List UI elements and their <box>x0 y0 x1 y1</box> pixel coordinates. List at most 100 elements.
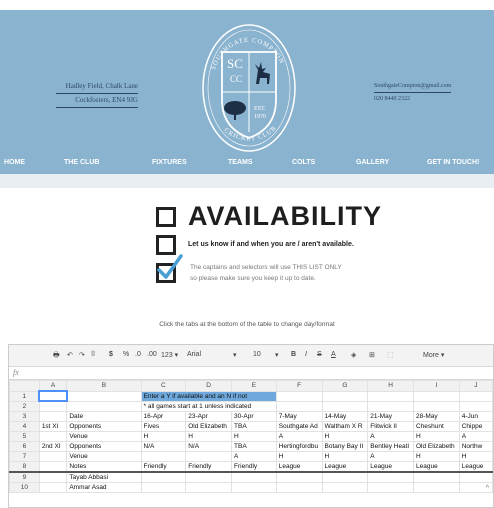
sheet-cell[interactable]: 23-Apr <box>185 410 233 422</box>
sheet-cell[interactable] <box>413 470 460 483</box>
sheet-cell[interactable] <box>321 481 369 493</box>
club-crest-logo[interactable]: SOUTHGATE COMPTON SC CC EST. 1970 CRICKE… <box>200 22 298 154</box>
sheet-cell[interactable]: Old Elizabeth <box>185 420 233 432</box>
sheet-cell[interactable] <box>275 481 323 493</box>
sheet-cell[interactable] <box>413 481 460 493</box>
column-header[interactable]: C <box>140 380 187 392</box>
bold-button[interactable]: B <box>291 351 296 358</box>
sheet-cell[interactable] <box>140 450 187 462</box>
sheet-cell[interactable] <box>38 481 68 493</box>
sheet-cell[interactable] <box>140 481 187 493</box>
sheet-cell[interactable] <box>38 450 68 462</box>
sheet-cell[interactable]: A <box>231 450 277 462</box>
sheet-cell[interactable] <box>321 470 369 483</box>
sheet-cell[interactable] <box>231 470 277 483</box>
column-header[interactable]: B <box>66 380 142 392</box>
nav-colts[interactable]: COLTS <box>292 159 315 166</box>
sheet-cell[interactable]: Bentley Heatl <box>367 440 414 452</box>
sheet-cell[interactable] <box>367 390 414 402</box>
row-header[interactable]: 9 <box>9 470 40 483</box>
sheet-cell[interactable] <box>185 450 233 462</box>
sheet-cell[interactable] <box>275 400 323 412</box>
sheet-cell[interactable]: 4-Jun <box>458 410 493 422</box>
sheet-cell[interactable]: N/A <box>140 440 187 452</box>
corner-cell[interactable] <box>9 380 40 392</box>
sheet-cell[interactable]: Opponents <box>66 420 142 432</box>
sheet-cell[interactable]: Ammar Asad <box>66 481 142 493</box>
sheet-cell[interactable] <box>413 400 460 412</box>
sheet-cell[interactable] <box>66 400 142 412</box>
sheet-cell[interactable]: 28-May <box>413 410 460 422</box>
sheet-cell[interactable] <box>458 470 493 483</box>
sheet-cell[interactable]: Friendly <box>185 460 233 472</box>
sheet-cell[interactable]: Southgate Ad <box>275 420 323 432</box>
row-header[interactable]: 3 <box>9 410 40 422</box>
sheet-cell[interactable]: H <box>413 450 460 462</box>
column-header[interactable]: A <box>38 380 68 392</box>
font-caret-icon[interactable]: ▾ <box>233 351 237 359</box>
sheet-cell[interactable]: Venue <box>66 450 142 462</box>
sheet-cell[interactable]: Friendly <box>231 460 277 472</box>
nav-gallery[interactable]: GALLERY <box>356 159 389 166</box>
sheet-cell[interactable]: H <box>413 430 460 442</box>
column-header[interactable]: H <box>367 380 414 392</box>
column-header[interactable]: J <box>458 380 493 392</box>
sheet-cell[interactable] <box>413 390 460 402</box>
sheet-cell[interactable]: H <box>185 430 233 442</box>
sheet-cell[interactable]: League <box>367 460 414 472</box>
sheet-cell[interactable] <box>38 470 68 483</box>
sheet-cell[interactable] <box>275 390 323 402</box>
sheet-cell[interactable] <box>140 470 187 483</box>
row-header[interactable]: 2 <box>9 400 40 412</box>
contact-email[interactable]: SouthgateCompton@gmail.com <box>374 80 452 93</box>
sheet-cell[interactable]: 21-May <box>367 410 414 422</box>
sheet-cell[interactable]: League <box>275 460 323 472</box>
sheet-cell[interactable] <box>321 400 369 412</box>
sheet-cell[interactable]: Cheshunt <box>413 420 460 432</box>
sheet-cell[interactable] <box>38 400 68 412</box>
percent-button[interactable]: % <box>123 351 129 358</box>
sheet-cell[interactable] <box>185 481 233 493</box>
nav-home[interactable]: HOME <box>4 159 25 166</box>
merge-cells-icon[interactable]: ⬚ <box>387 351 394 359</box>
row-header[interactable]: 7 <box>9 450 40 462</box>
sheet-cell[interactable] <box>275 470 323 483</box>
sheet-cell[interactable]: 14-May <box>321 410 369 422</box>
sheet-cell[interactable]: A <box>458 430 493 442</box>
sheet-cell[interactable] <box>231 481 277 493</box>
sheet-cell[interactable]: H <box>140 430 187 442</box>
sheet-cell[interactable] <box>38 460 68 472</box>
more-menu-button[interactable]: More ▾ <box>423 351 444 359</box>
sheet-cell[interactable]: Tayab Abbasi <box>66 470 142 483</box>
row-header[interactable]: 5 <box>9 430 40 442</box>
sheet-cell[interactable]: H <box>275 450 323 462</box>
sheet-cell[interactable]: Chippe <box>458 420 493 432</box>
sheet-cell[interactable]: Friendly <box>140 460 187 472</box>
sheet-cell[interactable]: Notes <box>66 460 142 472</box>
sheet-cell[interactable]: 7-May <box>275 410 323 422</box>
fill-color-icon[interactable]: ◈ <box>351 351 356 359</box>
sheet-cell[interactable]: TBA <box>231 440 277 452</box>
sheet-cell[interactable] <box>367 400 414 412</box>
font-size-select[interactable]: 10 <box>253 351 261 358</box>
column-header[interactable]: G <box>321 380 369 392</box>
row-header[interactable]: 6 <box>9 440 40 452</box>
sheet-cell[interactable]: Flitwick II <box>367 420 414 432</box>
sheet-cell[interactable]: 16-Apr <box>140 410 187 422</box>
sheet-cell[interactable] <box>367 481 414 493</box>
sheet-cell[interactable]: 2nd XI <box>38 440 68 452</box>
sheet-cell[interactable]: A <box>367 430 414 442</box>
sheet-cell[interactable]: TBA <box>231 420 277 432</box>
sheet-cell[interactable] <box>367 470 414 483</box>
undo-icon[interactable]: ↶ <box>67 351 73 359</box>
sheet-cell[interactable] <box>458 400 493 412</box>
borders-icon[interactable]: ⊞ <box>369 351 375 359</box>
increase-decimal-button[interactable]: .00 <box>147 351 157 358</box>
sheet-cell[interactable]: Old Elizabeth <box>413 440 460 452</box>
formula-bar[interactable]: fx <box>9 367 493 380</box>
sheet-cell[interactable]: H <box>231 430 277 442</box>
sheet-cell[interactable]: 30-Apr <box>231 410 277 422</box>
column-header[interactable]: I <box>413 380 460 392</box>
sheet-cell[interactable]: Botany Bay II <box>321 440 369 452</box>
print-icon[interactable]: 🖶 <box>53 351 60 362</box>
